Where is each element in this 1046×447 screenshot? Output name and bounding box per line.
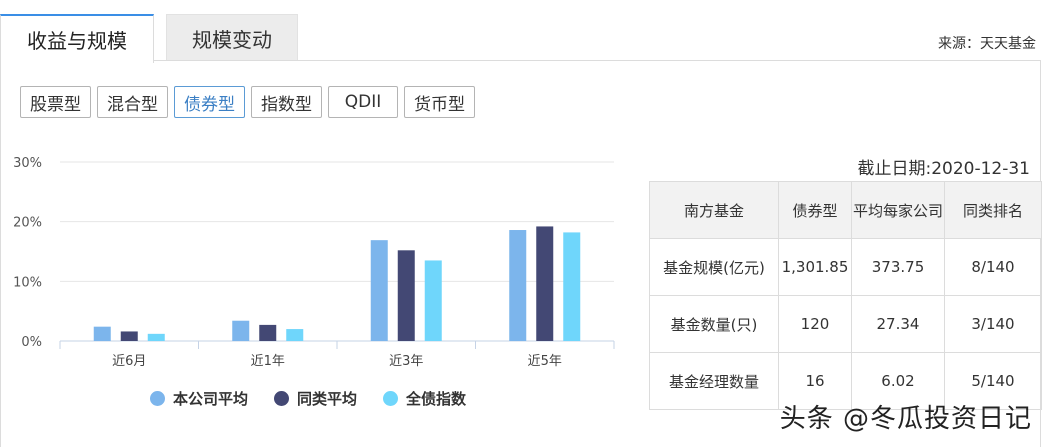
table-cell: 120: [778, 295, 852, 353]
table-cell: 373.75: [851, 238, 945, 296]
bar: [536, 226, 554, 341]
fund-type-qdii-button[interactable]: QDII: [328, 86, 398, 118]
x-tick-label: 近1年: [251, 354, 285, 369]
returns-bar-chart: 0% 10% 20% 30% 近6月 近1年 近3年 近5年: [13, 156, 615, 369]
x-tick-label: 近6月: [112, 354, 146, 369]
tab-returns-and-scale[interactable]: 收益与规模: [0, 14, 154, 63]
legend-item-peer-average[interactable]: 同类平均: [274, 388, 357, 409]
legend-swatch: [274, 391, 290, 406]
bar: [424, 260, 442, 341]
data-source: 来源：天天基金: [938, 36, 1036, 52]
bar: [370, 240, 388, 341]
legend-label: 全债指数: [406, 390, 467, 408]
y-tick-label: 0%: [21, 335, 42, 350]
bar: [286, 329, 304, 341]
x-tick-label: 近5年: [528, 354, 562, 369]
table-cell: 8/140: [944, 238, 1042, 296]
table-header-cell: 同类排名: [944, 181, 1042, 239]
bar: [509, 230, 527, 341]
table-header-cell: 南方基金: [649, 181, 779, 239]
table-cell: 基金经理数量: [649, 352, 779, 410]
bar: [147, 333, 165, 341]
tab-scale-change[interactable]: 规模变动: [166, 14, 298, 61]
table-cell: 基金数量(只): [649, 295, 779, 353]
table-row: 基金规模(亿元) 1,301.85 373.75 8/140: [649, 238, 1042, 296]
y-tick-label: 30%: [13, 156, 42, 171]
table-header-cell: 平均每家公司: [851, 181, 945, 239]
bar: [563, 232, 581, 341]
legend-item-bond-index[interactable]: 全债指数: [383, 388, 466, 409]
legend-label: 本公司平均: [173, 390, 249, 408]
fund-type-index-button[interactable]: 指数型: [251, 86, 322, 118]
fund-type-bond-button[interactable]: 债券型: [174, 86, 245, 118]
bar: [397, 250, 415, 341]
as-of-date: 截止日期:2020-12-31: [857, 159, 1030, 179]
legend-item-company-average[interactable]: 本公司平均: [150, 388, 248, 409]
legend-swatch: [383, 391, 399, 406]
x-tick-label: 近3年: [389, 354, 423, 369]
table-header-cell: 债券型: [778, 181, 852, 239]
y-tick-label: 10%: [13, 275, 42, 290]
table-cell: 3/140: [944, 295, 1042, 353]
legend-label: 同类平均: [297, 390, 358, 408]
y-tick-label: 20%: [13, 216, 42, 231]
table-cell: 27.34: [851, 295, 945, 353]
fund-type-stock-button[interactable]: 股票型: [20, 86, 91, 118]
legend-swatch: [150, 391, 165, 406]
bar: [232, 320, 250, 341]
bar: [93, 326, 111, 341]
bar: [259, 324, 277, 341]
watermark: 头条 @冬瓜投资日记: [779, 404, 1032, 434]
fund-type-money-button[interactable]: 货币型: [404, 86, 475, 118]
tab-divider: [0, 60, 1041, 61]
fund-stats-table: 南方基金 债券型 平均每家公司 同类排名 基金规模(亿元) 1,301.85 3…: [649, 181, 1042, 410]
table-row: 基金数量(只) 120 27.34 3/140: [649, 295, 1042, 353]
table-header-row: 南方基金 债券型 平均每家公司 同类排名: [649, 181, 1042, 239]
fund-type-filter: 股票型 混合型 债券型 指数型 QDII 货币型: [20, 86, 475, 118]
table-cell: 1,301.85: [778, 238, 852, 296]
table-cell: 基金规模(亿元): [649, 238, 779, 296]
bar: [120, 331, 138, 341]
fund-type-hybrid-button[interactable]: 混合型: [97, 86, 168, 118]
chart-legend: 本公司平均 同类平均 全债指数: [150, 388, 466, 409]
tab-bar: 收益与规模 规模变动 来源：天天基金: [0, 0, 1046, 63]
